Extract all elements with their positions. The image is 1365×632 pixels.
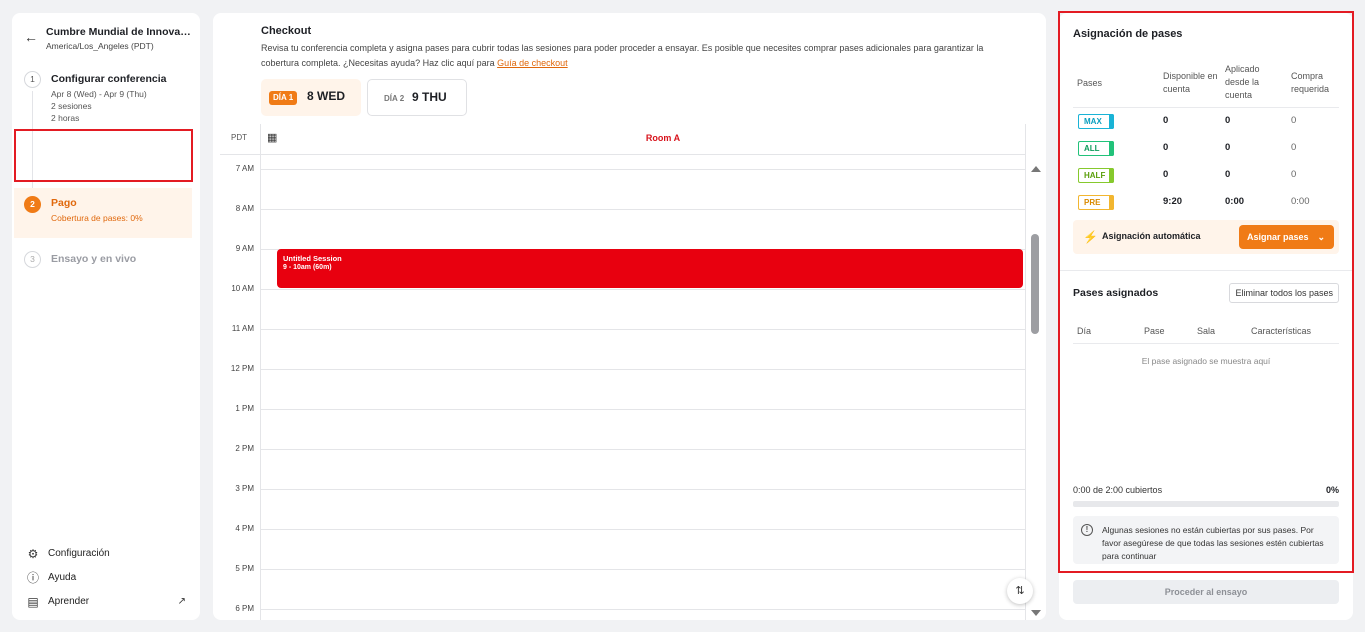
- help-circle-icon: ⓘ: [26, 571, 39, 585]
- scroll-down-arrow-icon[interactable]: [1031, 610, 1041, 616]
- hour-gridline: [260, 449, 1026, 450]
- hour-label: 6 PM: [235, 604, 254, 613]
- step-number: 2: [24, 196, 41, 213]
- hour-gridline: [260, 329, 1026, 330]
- sidebar-links: ⚙ Configuración ⓘ Ayuda ▤ Aprender ↗: [12, 547, 200, 619]
- step-pass-coverage: Cobertura de pases: 0%: [51, 213, 143, 223]
- step-rehearsal-live[interactable]: 3 Ensayo y en vivo: [12, 251, 200, 268]
- scroll-up-arrow-icon[interactable]: [1031, 166, 1041, 172]
- step-dates: Apr 8 (Wed) - Apr 9 (Thu): [51, 89, 147, 99]
- hour-label: 8 AM: [235, 204, 254, 213]
- hour-row: 4 PM: [220, 524, 1026, 569]
- hour-gridline: [260, 289, 1026, 290]
- step-duration: 2 horas: [51, 113, 80, 123]
- page-title: Checkout: [261, 25, 312, 37]
- checkout-guide-link[interactable]: Guía de checkout: [497, 58, 568, 68]
- step-title: Ensayo y en vivo: [51, 253, 137, 265]
- hour-gridline: [260, 489, 1026, 490]
- sidebar-item-learn[interactable]: ▤ Aprender ↗: [12, 595, 200, 619]
- hour-row: 1 PM: [220, 404, 1026, 449]
- step-payment[interactable]: 2 Pago Cobertura de pases: 0%: [14, 188, 192, 238]
- hour-label: 2 PM: [235, 444, 254, 453]
- session-title: Untitled Session: [283, 254, 342, 263]
- step-session-count: 2 sesiones: [51, 101, 92, 111]
- hour-gridline: [260, 569, 1026, 570]
- page-description: Revisa tu conferencia completa y asigna …: [261, 41, 1021, 71]
- day-calendar: PDT ▦ Room A 7 AM 8 AM 9 AM 10 AM 11 AM …: [220, 124, 1041, 620]
- hour-row: 10 AM: [220, 284, 1026, 329]
- tab-day-1[interactable]: DÍA 1 8 WED: [261, 79, 361, 116]
- conference-name: Cumbre Mundial de Innovaci...: [46, 26, 194, 38]
- hour-row: 6 PM: [220, 604, 1026, 620]
- sidebar-item-settings[interactable]: ⚙ Configuración: [12, 547, 200, 571]
- step-title: Pago: [51, 197, 77, 209]
- hour-row: 5 PM: [220, 564, 1026, 609]
- sidebar-item-label: Configuración: [48, 548, 110, 559]
- hour-row: 8 AM: [220, 204, 1026, 249]
- day-label: 8 WED: [307, 89, 346, 103]
- step-number: 3: [24, 251, 41, 268]
- hour-row: 12 PM: [220, 364, 1026, 409]
- hour-label: 5 PM: [235, 564, 254, 573]
- hour-label: 11 AM: [231, 324, 254, 333]
- hour-label: 12 PM: [230, 364, 254, 373]
- hour-gridline: [260, 209, 1026, 210]
- hour-row: 7 AM: [220, 164, 1026, 209]
- back-arrow-icon[interactable]: ←: [24, 30, 38, 44]
- calendar-scrollbar[interactable]: [1029, 164, 1041, 620]
- hour-gridline: [260, 609, 1026, 610]
- hour-label: 4 PM: [235, 524, 254, 533]
- hour-label: 1 PM: [235, 404, 254, 413]
- book-icon: ▤: [27, 595, 39, 609]
- compress-icon: ⇅: [1015, 585, 1025, 597]
- session-block[interactable]: Untitled Session 9 - 10am (60m): [277, 249, 1023, 288]
- hour-gridline: [260, 409, 1026, 410]
- highlight-frame-payment-step: [14, 129, 193, 182]
- sidebar-item-help[interactable]: ⓘ Ayuda: [12, 571, 200, 595]
- conference-timezone: America/Los_Angeles (PDT): [46, 41, 154, 51]
- hour-label: 7 AM: [235, 164, 254, 173]
- day-badge: DÍA 2: [384, 94, 405, 103]
- hour-row: 11 AM: [220, 324, 1026, 369]
- calendar-header: PDT ▦ Room A: [220, 124, 1026, 155]
- hour-gridline: [260, 529, 1026, 530]
- step-list: 1 Configurar conferencia Apr 8 (Wed) - A…: [12, 71, 200, 268]
- collapse-view-button[interactable]: ⇅: [1007, 578, 1033, 604]
- tab-day-2[interactable]: DÍA 2 9 THU: [367, 79, 467, 116]
- hour-label: 3 PM: [235, 484, 254, 493]
- highlight-frame-pass-allocation: [1058, 11, 1354, 573]
- external-link-icon: ↗: [177, 596, 186, 607]
- step-title: Configurar conferencia: [51, 73, 167, 85]
- scrollbar-thumb[interactable]: [1031, 234, 1039, 334]
- step-configure-conference[interactable]: 1 Configurar conferencia Apr 8 (Wed) - A…: [12, 71, 200, 131]
- session-time: 9 - 10am (60m): [283, 264, 332, 271]
- hour-row: 3 PM: [220, 484, 1026, 529]
- hour-gridline: [260, 169, 1026, 170]
- sidebar: ← Cumbre Mundial de Innovaci... America/…: [12, 13, 200, 620]
- step-number: 1: [24, 71, 41, 88]
- sidebar-item-label: Ayuda: [48, 572, 77, 583]
- room-header: Room A: [645, 133, 681, 143]
- proceed-to-rehearsal-button[interactable]: Proceder al ensayo: [1073, 580, 1339, 604]
- description-text: Revisa tu conferencia completa y asigna …: [261, 43, 984, 68]
- hour-gridline: [260, 369, 1026, 370]
- checkout-panel: Checkout Revisa tu conferencia completa …: [213, 13, 1046, 620]
- day-label: 9 THU: [412, 90, 447, 104]
- hour-row: 2 PM: [220, 444, 1026, 489]
- hour-label: 9 AM: [235, 244, 254, 253]
- hour-label: 10 AM: [231, 284, 254, 293]
- gear-icon: ⚙: [27, 547, 39, 561]
- day-badge: DÍA 1: [269, 91, 298, 105]
- sidebar-item-label: Aprender: [48, 596, 90, 607]
